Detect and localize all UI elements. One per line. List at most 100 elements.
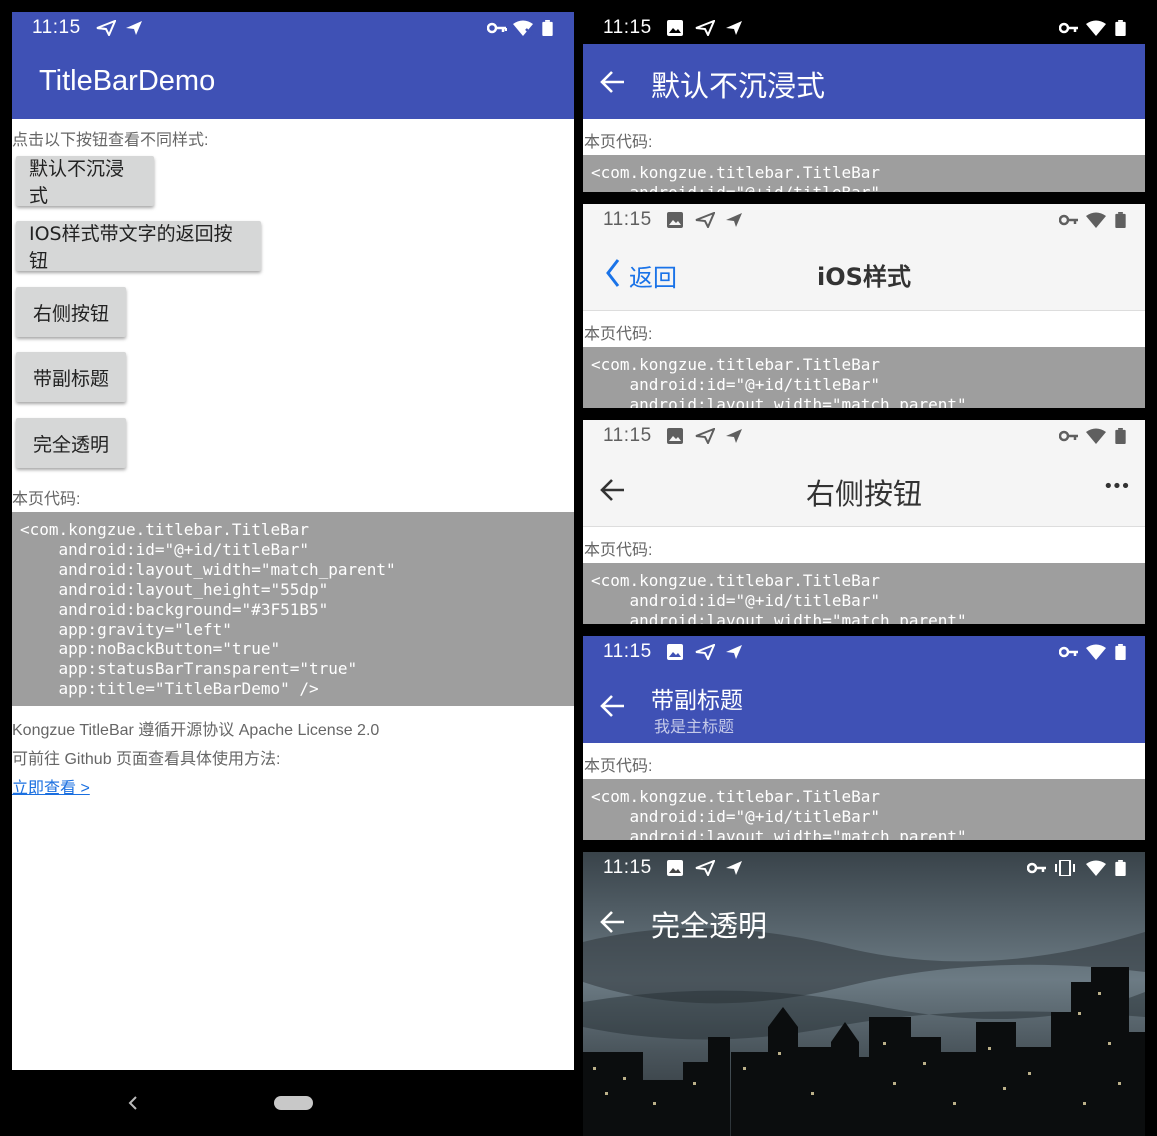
send-icon xyxy=(126,21,142,35)
code-line: <com.kongzue.titlebar.TitleBar xyxy=(591,355,880,374)
status-bar: 11:15 xyxy=(583,420,1145,452)
send-icon xyxy=(726,21,742,35)
panel-right-button: 11:15 右侧按钮 ••• 本页代码: <com.kongzue.titleb… xyxy=(583,420,1145,624)
battery-icon xyxy=(1115,644,1126,660)
code-block: <com.kongzue.titlebar.TitleBar android:i… xyxy=(583,563,1145,624)
panel-default: 默认不沉浸式 本页代码: <com.kongzue.titlebar.Title… xyxy=(583,44,1145,192)
panel-ios-title: iOS样式 xyxy=(817,263,911,291)
status-time: 11:15 xyxy=(603,17,652,38)
more-icon[interactable]: ••• xyxy=(1103,476,1131,497)
panel-subtitle-subtitle: 我是主标题 xyxy=(654,717,735,736)
code-line: android:id="@+id/titleBar" xyxy=(591,806,880,826)
code-label: 本页代码: xyxy=(584,134,653,151)
status-bar: 11:15 xyxy=(583,636,1145,668)
right-button-style-button[interactable]: 右侧按钮 xyxy=(16,287,126,337)
back-arrow-icon[interactable] xyxy=(600,909,626,935)
send-icon xyxy=(726,429,742,443)
nav-back-icon[interactable] xyxy=(127,1095,139,1111)
subtitle-style-button[interactable]: 带副标题 xyxy=(16,352,126,402)
vpn-key-icon xyxy=(1059,430,1078,442)
view-now-link[interactable]: 立即查看 > xyxy=(12,774,90,798)
status-time: 11:15 xyxy=(603,641,652,662)
navigation-bar xyxy=(12,1070,574,1136)
code-label: 本页代码: xyxy=(584,758,653,775)
panel-default-title: 默认不沉浸式 xyxy=(651,69,826,103)
image-icon xyxy=(667,428,683,444)
send-outline-icon xyxy=(695,20,715,36)
nav-home-pill-icon[interactable] xyxy=(274,1096,313,1110)
send-outline-icon xyxy=(695,644,715,660)
image-icon xyxy=(667,20,683,36)
titlebar-default: 默认不沉浸式 xyxy=(583,44,1145,119)
github-text: 可前往 Github 页面查看具体使用方法: xyxy=(12,751,281,768)
send-outline-icon xyxy=(695,428,715,444)
panel-subtitle: 11:15 带副标题 我是主标题 本页代码: <com.kongzue.titl… xyxy=(583,636,1145,840)
vpn-key-icon xyxy=(1059,22,1078,34)
titlebar-subtitle: 11:15 带副标题 我是主标题 xyxy=(583,636,1145,743)
image-icon xyxy=(667,644,683,660)
code-block: <com.kongzue.titlebar.TitleBar android:i… xyxy=(583,779,1145,840)
vpn-key-icon xyxy=(487,22,507,34)
code-label: 本页代码: xyxy=(12,491,81,508)
panel-ios: 11:15 返回 iOS样式 本页代码: <com.kongzue.titleb… xyxy=(583,204,1145,408)
vpn-key-icon xyxy=(1027,862,1046,874)
panel-transparent: 11:15 完全透明 xyxy=(583,852,1145,1136)
code-line: <com.kongzue.titlebar.TitleBar xyxy=(591,787,880,806)
main-content: 点击以下按钮查看不同样式: 默认不沉浸式 IOS样式带文字的返回按钮 右侧按钮 … xyxy=(12,119,574,1070)
city-skyline-background xyxy=(583,852,1145,1136)
send-outline-icon xyxy=(695,860,715,876)
code-line: android:id="@+id/titleBar" xyxy=(591,374,880,394)
code-line: <com.kongzue.titlebar.TitleBar xyxy=(591,571,880,590)
battery-icon xyxy=(1115,428,1126,444)
send-outline-icon xyxy=(96,20,116,36)
vpn-key-icon xyxy=(1059,646,1078,658)
vibrate-icon xyxy=(1055,860,1075,876)
wifi-icon xyxy=(513,20,533,36)
transparent-style-button[interactable]: 完全透明 xyxy=(16,418,126,468)
status-time: 11:15 xyxy=(32,17,81,38)
code-label: 本页代码: xyxy=(584,542,653,559)
battery-icon xyxy=(542,20,553,36)
wifi-icon xyxy=(1086,428,1106,444)
wifi-icon xyxy=(1086,212,1106,228)
code-block: <com.kongzue.titlebar.TitleBar android:i… xyxy=(583,155,1145,192)
code-line: android:layout_width="match_parent" xyxy=(591,394,967,408)
send-icon xyxy=(726,213,742,227)
wifi-icon xyxy=(1086,644,1106,660)
code-line: android:layout_width="match_parent" xyxy=(591,826,967,840)
app-title: TitleBarDemo xyxy=(39,65,216,97)
titlebar-ios: 11:15 返回 iOS样式 xyxy=(583,204,1145,311)
wifi-icon xyxy=(1086,20,1106,36)
back-arrow-icon[interactable] xyxy=(600,693,626,719)
code-line: android:id="@+id/titleBar" xyxy=(591,183,1145,192)
battery-icon xyxy=(1115,860,1126,876)
license-text: Kongzue TitleBar 遵循开源协议 Apache License 2… xyxy=(12,722,380,739)
status-bar: 11:15 xyxy=(12,12,574,44)
battery-icon xyxy=(1115,212,1126,228)
ios-style-button[interactable]: IOS样式带文字的返回按钮 xyxy=(16,221,261,272)
titlebar-right-button: 11:15 右侧按钮 ••• xyxy=(583,420,1145,527)
main-phone-screen: 11:15 TitleBarDemo 点击以下按钮查看不同样式: 默认不沉浸式 … xyxy=(12,12,574,1136)
send-outline-icon xyxy=(695,212,715,228)
status-time: 11:15 xyxy=(603,425,652,446)
send-icon xyxy=(726,861,742,875)
status-time: 11:15 xyxy=(603,209,652,230)
default-style-button[interactable]: 默认不沉浸式 xyxy=(16,156,154,207)
code-line: android:id="@+id/titleBar" xyxy=(591,590,880,610)
status-bar: 11:15 xyxy=(583,852,1145,884)
app-bar: 11:15 TitleBarDemo xyxy=(12,12,574,119)
code-block: <com.kongzue.titlebar.TitleBar android:i… xyxy=(12,512,574,706)
back-arrow-icon[interactable] xyxy=(600,69,626,95)
code-line: android:layout_width="match_parent" xyxy=(591,610,967,624)
image-icon xyxy=(667,860,683,876)
wifi-icon xyxy=(1086,860,1106,876)
status-bar: 11:15 xyxy=(583,204,1145,236)
panel-transparent-title: 完全透明 xyxy=(651,909,768,943)
panel-subtitle-title: 带副标题 xyxy=(651,688,743,714)
battery-icon xyxy=(1115,20,1126,36)
send-icon xyxy=(726,645,742,659)
image-icon xyxy=(667,212,683,228)
status-bar: 11:15 xyxy=(583,12,1145,44)
code-block: <com.kongzue.titlebar.TitleBar android:i… xyxy=(583,347,1145,408)
code-label: 本页代码: xyxy=(584,326,653,343)
